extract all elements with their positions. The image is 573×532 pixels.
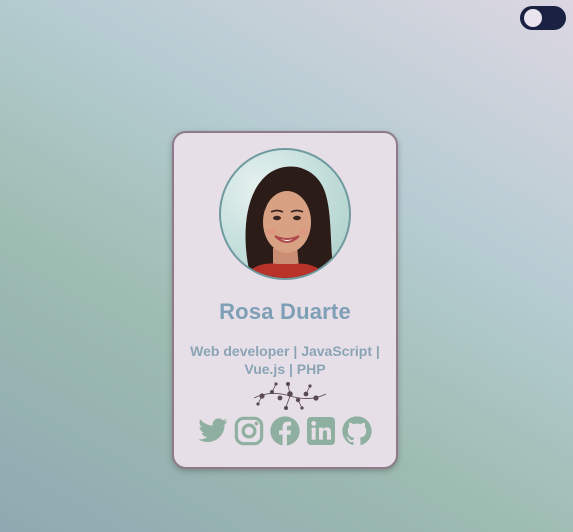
theme-toggle[interactable] — [520, 6, 566, 30]
linkedin-link[interactable] — [305, 415, 337, 447]
floral-ornament — [253, 382, 327, 410]
social-links — [174, 415, 396, 447]
instagram-link[interactable] — [233, 415, 265, 447]
github-link[interactable] — [341, 415, 373, 447]
facebook-link[interactable] — [269, 415, 301, 447]
toggle-knob — [524, 9, 542, 27]
twitter-link[interactable] — [197, 415, 229, 447]
profile-card: Rosa Duarte Web developer | JavaScript |… — [172, 131, 398, 469]
linkedin-icon — [307, 417, 335, 445]
twitter-icon — [198, 418, 228, 443]
facebook-icon — [270, 416, 300, 446]
profile-name: Rosa Duarte — [219, 299, 351, 324]
profile-role: Web developer | JavaScript | Vue.js | PH… — [190, 343, 380, 377]
avatar — [219, 148, 351, 280]
github-icon — [342, 416, 372, 446]
instagram-icon — [234, 416, 264, 446]
